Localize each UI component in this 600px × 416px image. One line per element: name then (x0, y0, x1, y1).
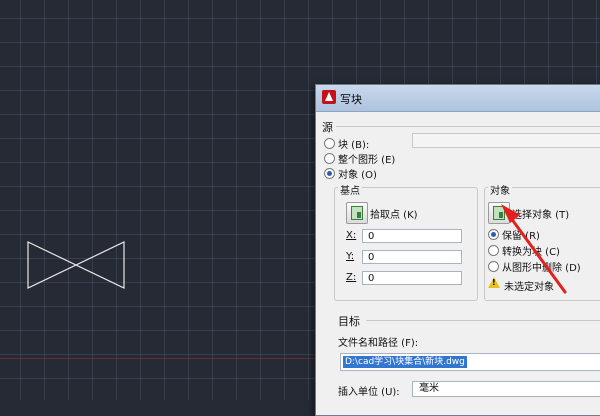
radio-retain[interactable] (488, 229, 499, 240)
destination-divider (366, 320, 600, 321)
write-block-dialog: 写块 源 块 (B): 整个图形 (E) 对象 (O) 基点 拾取点 (K) X… (315, 84, 600, 416)
insert-units-select[interactable]: 毫米 (412, 381, 600, 397)
warning-icon (488, 277, 500, 288)
z-label: Z: (346, 272, 357, 283)
radio-block[interactable] (324, 138, 335, 149)
convert-to-block-label: 转换为块 (C) (502, 247, 560, 258)
block-name-input[interactable] (412, 133, 600, 148)
bowtie-shape (27, 241, 125, 289)
path-label: 文件名和路径 (F): (338, 338, 419, 349)
x-label: X: (346, 230, 357, 241)
autocad-icon (322, 90, 336, 104)
dialog-titlebar[interactable]: 写块 (316, 85, 600, 112)
radio-whole-drawing[interactable] (324, 153, 335, 164)
file-path-value: D:\cad学习\块集合\新块.dwg (343, 356, 467, 368)
objects-heading: 对象 (488, 182, 512, 197)
select-objects-label: 选择对象 (T) (512, 210, 570, 221)
select-objects-icon (493, 206, 505, 220)
objects-label: 对象 (O) (338, 170, 377, 181)
destination-heading: 目标 (338, 315, 360, 328)
radio-objects[interactable] (324, 168, 335, 179)
source-heading: 源 (322, 121, 333, 134)
y-coordinate-input[interactable]: 0 (362, 250, 462, 264)
source-divider (336, 126, 600, 127)
whole-drawing-label: 整个图形 (E) (338, 155, 396, 166)
insert-units-label: 插入单位 (U): (338, 387, 400, 398)
bowtie-drawing (27, 241, 125, 289)
file-path-input[interactable]: D:\cad学习\块集合\新块.dwg (340, 353, 600, 371)
select-objects-button[interactable] (488, 202, 510, 224)
no-objects-warning: 未选定对象 (504, 282, 554, 293)
retain-label: 保留 (R) (502, 231, 540, 242)
pick-point-button[interactable] (346, 202, 368, 224)
pick-point-label: 拾取点 (K) (370, 210, 418, 221)
dialog-title: 写块 (340, 93, 362, 106)
y-label: Y: (346, 251, 355, 262)
dialog-body: 源 块 (B): 整个图形 (E) 对象 (O) 基点 拾取点 (K) X: 0… (322, 115, 600, 415)
radio-convert-to-block[interactable] (488, 245, 499, 256)
delete-from-drawing-label: 从图形中删除 (D) (502, 263, 581, 274)
block-label: 块 (B): (338, 140, 370, 151)
base-point-heading: 基点 (338, 182, 362, 197)
z-coordinate-input[interactable]: 0 (362, 271, 462, 285)
radio-delete-from-drawing[interactable] (488, 261, 499, 272)
x-coordinate-input[interactable]: 0 (362, 229, 462, 243)
pick-point-icon (351, 206, 363, 220)
